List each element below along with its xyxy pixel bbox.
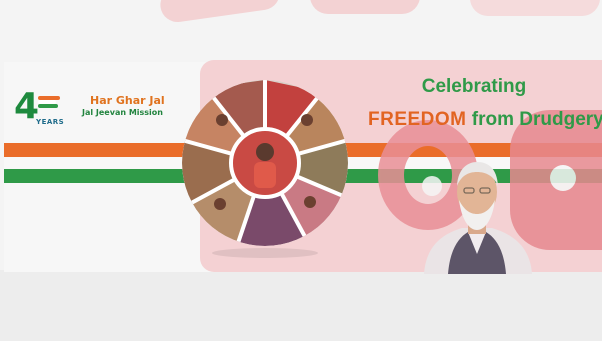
photo-collage: [182, 80, 348, 246]
logo-title: Har Ghar Jal: [90, 94, 165, 107]
watermark-shape: [310, 0, 420, 14]
jal-jeevan-logo: 4 YEARS Har Ghar Jal Jal Jeevan Mission: [14, 88, 194, 136]
headline-freedom: FREEDOM from Drudgery: [368, 109, 602, 131]
banner-screenshot: 4 YEARS Har Ghar Jal Jal Jeevan Mission: [0, 0, 602, 341]
flag-icon: [38, 96, 60, 108]
watermark-shape: [470, 0, 600, 16]
headline-emphasis: FREEDOM: [368, 109, 467, 130]
collage-graphic: [182, 80, 348, 246]
headline-celebrating: Celebrating: [421, 76, 527, 97]
portrait-graphic: [424, 162, 532, 274]
bottom-background: [0, 270, 602, 341]
collage-shadow: [212, 248, 318, 258]
watermark-shape: [158, 0, 282, 25]
logo-subtitle: Jal Jeevan Mission: [82, 108, 163, 117]
logo-years: YEARS: [36, 118, 65, 126]
portrait-image: [418, 150, 536, 274]
headline-rest: from Drudgery: [466, 109, 602, 130]
